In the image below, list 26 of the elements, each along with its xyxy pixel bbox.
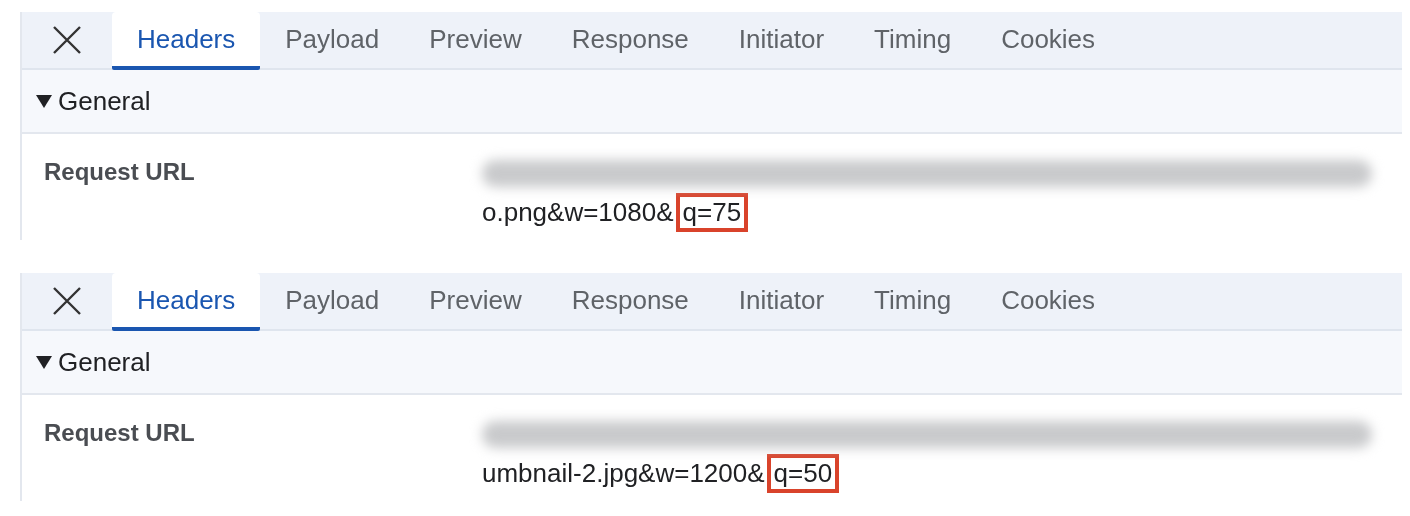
tab[interactable]: Preview: [404, 273, 547, 331]
header-name: Request URL: [44, 157, 196, 187]
tab[interactable]: Initiator: [713, 12, 850, 70]
tab[interactable]: Payload: [260, 273, 405, 331]
close-icon[interactable]: [52, 25, 82, 55]
close-icon[interactable]: [52, 286, 82, 316]
disclosure-triangle-icon[interactable]: [36, 94, 52, 108]
tab[interactable]: Response: [546, 273, 714, 331]
url-text: o.png&w=1080&: [482, 197, 674, 228]
url-text: umbnail-2.jpg&w=1200&: [482, 458, 765, 489]
section-title: General: [58, 346, 151, 378]
tab[interactable]: Timing: [849, 12, 977, 70]
tab[interactable]: Headers: [112, 12, 261, 70]
tab[interactable]: Response: [546, 12, 714, 70]
highlighted-parameter: q=75: [675, 193, 749, 232]
tab[interactable]: Cookies: [976, 273, 1121, 331]
header-name: Request URL: [44, 418, 196, 448]
tab[interactable]: Initiator: [713, 273, 850, 331]
tab[interactable]: Timing: [849, 273, 977, 331]
tab[interactable]: Preview: [404, 12, 547, 70]
section-title: General: [58, 85, 151, 117]
tab[interactable]: Cookies: [976, 12, 1121, 70]
highlighted-parameter: q=50: [766, 454, 840, 493]
tab[interactable]: Payload: [260, 12, 405, 70]
tab[interactable]: Headers: [112, 273, 261, 331]
disclosure-triangle-icon[interactable]: [36, 355, 52, 369]
